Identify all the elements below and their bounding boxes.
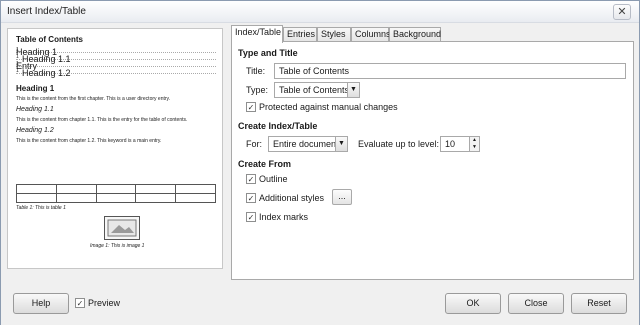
title-input[interactable]: Table of Contents	[274, 63, 626, 79]
chevron-down-icon: ▼	[347, 83, 359, 97]
close-window-button[interactable]: ✕	[613, 4, 631, 20]
preview-toc-title: Table of Contents	[16, 35, 83, 44]
preview-heading-1: Heading 1	[16, 84, 55, 93]
level-spinner[interactable]: 10 ▲ ▼	[440, 136, 480, 152]
picture-icon	[107, 219, 137, 237]
reset-button[interactable]: Reset	[571, 293, 627, 314]
preview-text-1-2: This is the content from chapter 1.2. Th…	[16, 138, 162, 144]
title-bar: Insert Index/Table ✕	[1, 1, 639, 23]
outline-checkbox[interactable]: ✓	[246, 174, 256, 184]
tab-styles[interactable]: Styles	[317, 27, 351, 42]
button-bar: Help ✓ Preview OK Close Reset	[1, 283, 639, 325]
tab-background[interactable]: Background	[389, 27, 441, 42]
assign-styles-button[interactable]: ...	[332, 189, 352, 205]
help-button[interactable]: Help	[13, 293, 69, 314]
title-label: Title:	[246, 66, 266, 76]
ok-button[interactable]: OK	[445, 293, 501, 314]
level-label: Evaluate up to level:	[358, 139, 440, 149]
index-marks-label: Index marks	[259, 212, 309, 222]
section-type-title: Type and Title	[238, 48, 298, 58]
type-select[interactable]: Table of Contents ▼	[274, 82, 360, 98]
type-label: Type:	[246, 85, 269, 95]
tab-content-index-table: Type and Title Title: Table of Contents …	[231, 41, 634, 280]
toc-entry: Heading 1.2 1	[16, 68, 216, 78]
for-select[interactable]: Entire document ▼	[268, 136, 348, 152]
tab-entries[interactable]: Entries	[283, 27, 317, 42]
preview-heading-1-2: Heading 1.2	[16, 127, 54, 134]
chevron-down-icon: ▼	[335, 137, 347, 151]
preview-image	[104, 216, 140, 240]
preview-text-1: This is the content from the first chapt…	[16, 96, 171, 102]
preview-text-1-1: This is the content from chapter 1.1. Th…	[16, 117, 188, 123]
index-marks-checkbox[interactable]: ✓	[246, 212, 256, 222]
preview-checkbox[interactable]: ✓	[75, 298, 85, 308]
section-create-index: Create Index/Table	[238, 121, 318, 131]
preview-table-caption: Table 1: This is table 1	[16, 205, 66, 211]
preview-label: Preview	[88, 298, 121, 308]
additional-styles-label: Additional styles	[259, 193, 325, 203]
protected-checkbox[interactable]: ✓	[246, 102, 256, 112]
preview-image-caption: Image 1: This is image 1	[90, 243, 145, 249]
for-label: For:	[246, 139, 263, 149]
toc-entry: Heading 11	[16, 47, 216, 57]
additional-styles-checkbox[interactable]: ✓	[246, 193, 256, 203]
tab-columns[interactable]: Columns	[351, 27, 391, 42]
section-create-from: Create From	[238, 159, 292, 169]
preview-heading-1-1: Heading 1.1	[16, 106, 54, 113]
spinner-arrows-icon[interactable]: ▲ ▼	[469, 137, 479, 151]
toc-entry: Heading 1.1 1	[16, 54, 216, 64]
close-button[interactable]: Close	[508, 293, 564, 314]
preview-table	[16, 184, 216, 203]
dialog-window: Insert Index/Table ✕ Table of Contents H…	[0, 0, 640, 325]
outline-label: Outline	[259, 174, 288, 184]
close-icon: ✕	[617, 6, 627, 18]
preview-pane: Table of Contents Heading 11 Heading 1.1…	[7, 28, 223, 269]
protected-label: Protected against manual changes	[259, 102, 398, 112]
tab-index-table[interactable]: Index/Table	[231, 25, 283, 43]
preview-toc: Heading 11 Heading 1.1 1 Entry 1 Heading 1…	[16, 47, 216, 78]
window-title: Insert Index/Table	[7, 6, 86, 17]
